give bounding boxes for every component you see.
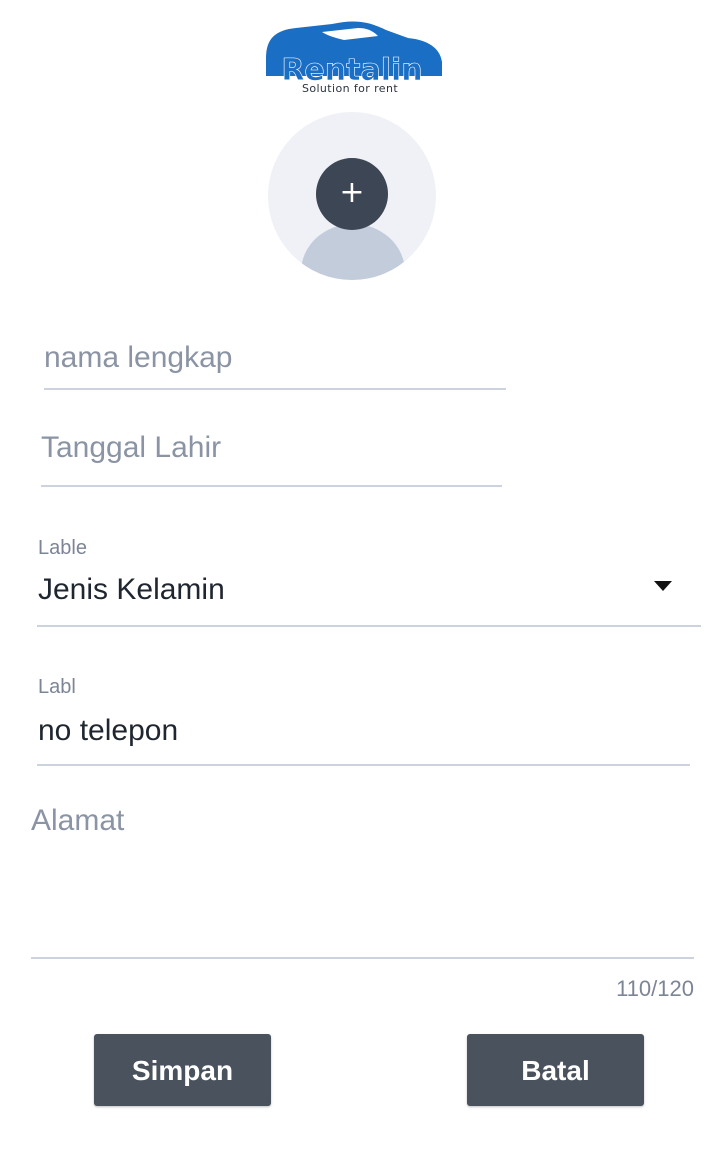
address-input[interactable] [31,804,694,944]
profile-photo-picker[interactable]: + [268,112,436,280]
plus-icon: + [339,175,365,210]
address-field [31,800,694,959]
svg-text:Rentalin: Rentalin [281,53,422,84]
avatar-body [301,224,405,280]
save-button[interactable]: Simpan [94,1034,271,1106]
gender-label: Lable [38,537,87,559]
birth-date-field [41,424,502,487]
gender-select[interactable]: Lable Jenis Kelamin [37,535,701,627]
add-photo-button[interactable]: + [316,158,388,230]
gender-value: Jenis Kelamin [38,573,225,606]
caret-down-icon[interactable] [654,581,672,591]
app-logo: Rentalin Solution for rent [262,18,448,100]
full-name-input[interactable] [44,338,506,378]
address-char-counter: 110/120 [616,976,694,1001]
cancel-button[interactable]: Batal [467,1034,644,1106]
car-logo-icon: Rentalin [266,21,442,84]
birth-date-input[interactable] [41,428,502,468]
phone-input[interactable]: no telepon [38,714,178,748]
phone-label: Labl [38,676,76,698]
logo-tagline: Solution for rent [301,82,399,95]
phone-field[interactable]: Labl no telepon [37,674,690,766]
full-name-field [44,334,506,390]
